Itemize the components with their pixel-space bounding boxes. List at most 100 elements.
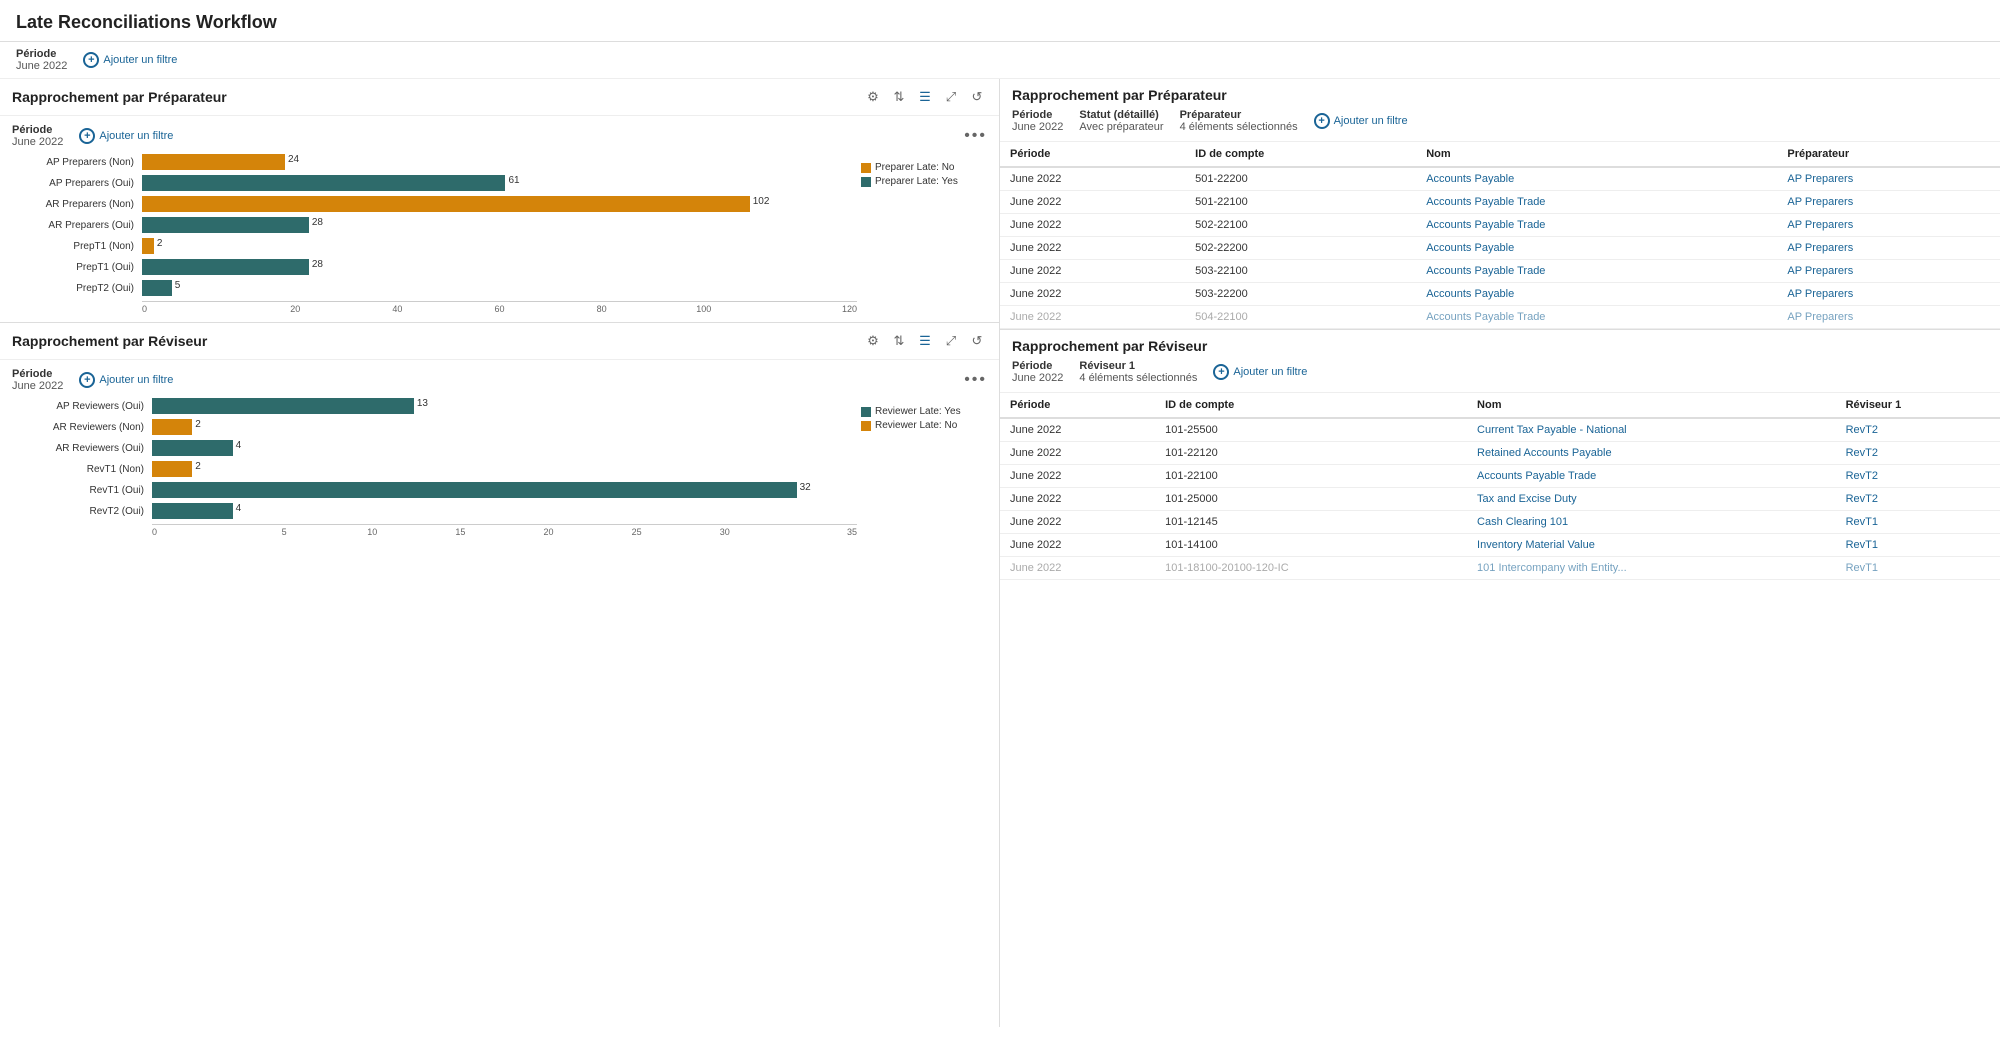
bar-row-revt2-oui: RevT2 (Oui) 4 — [12, 503, 857, 519]
bar-row-ap-prep-oui: AP Preparers (Oui) 61 — [12, 175, 857, 191]
cell-nom[interactable]: Inventory Material Value — [1467, 534, 1836, 557]
cell-reviseur[interactable]: RevT2 — [1836, 442, 2000, 465]
table-row: June 2022 501-22200 Accounts Payable AP … — [1000, 167, 2000, 191]
cell-id: 101-18100-20100-120-IC — [1155, 557, 1467, 580]
prep-table-filter-prep-value: 4 éléments sélectionnés — [1180, 121, 1298, 133]
cell-preparateur[interactable]: AP Preparers — [1777, 283, 2000, 306]
main-layout: Rapprochement par Préparateur ⚙ ⇅ ☰ ⤢ ↺ … — [0, 79, 2000, 1027]
cell-nom[interactable]: Accounts Payable — [1416, 283, 1777, 306]
cell-nom[interactable]: Accounts Payable Trade — [1467, 465, 1836, 488]
prep-table-title: Rapprochement par Préparateur — [1012, 87, 1988, 103]
rev-chart-legend: Reviewer Late: Yes Reviewer Late: No — [857, 398, 987, 439]
rev-bar-chart: AP Reviewers (Oui) 13 AR Reviewers (Non) — [12, 398, 987, 537]
rev-table-filter-period-label: Période — [1012, 360, 1063, 372]
cell-nom[interactable]: Accounts Payable Trade — [1416, 260, 1777, 283]
cell-id: 101-25000 — [1155, 488, 1467, 511]
rev-table-add-filter[interactable]: + Ajouter un filtre — [1213, 364, 1307, 380]
settings-icon[interactable]: ⚙ — [863, 87, 883, 107]
table-row: June 2022 101-18100-20100-120-IC 101 Int… — [1000, 557, 2000, 580]
plus-circle-icon-prep: + — [79, 128, 95, 144]
global-add-filter-button[interactable]: + Ajouter un filtre — [75, 48, 185, 72]
cell-preparateur[interactable]: AP Preparers — [1777, 237, 2000, 260]
table-row: June 2022 101-22120 Retained Accounts Pa… — [1000, 442, 2000, 465]
bar-row-ar-rev-oui: AR Reviewers (Oui) 4 — [12, 440, 857, 456]
bar-row-ar-rev-non: AR Reviewers (Non) 2 — [12, 419, 857, 435]
cell-nom[interactable]: Current Tax Payable - National — [1467, 418, 1836, 442]
rev-table-filter-period-value: June 2022 — [1012, 372, 1063, 384]
expand-icon-rev[interactable]: ⤢ — [941, 331, 961, 351]
prep-table-add-filter[interactable]: + Ajouter un filtre — [1314, 113, 1408, 129]
cell-period: June 2022 — [1000, 418, 1155, 442]
prep-bar-chart: AP Preparers (Non) 24 AP Preparers (Oui) — [12, 154, 987, 314]
cell-id: 501-22200 — [1185, 167, 1416, 191]
cell-period: June 2022 — [1000, 557, 1155, 580]
list-icon[interactable]: ☰ — [915, 87, 935, 107]
cell-reviseur[interactable]: RevT2 — [1836, 488, 2000, 511]
prep-chart-dots-menu[interactable]: ••• — [964, 127, 987, 145]
bar-row-prept1-non: PrepT1 (Non) 2 — [12, 238, 857, 254]
sort-icon-rev[interactable]: ⇅ — [889, 331, 909, 351]
cell-nom[interactable]: Accounts Payable — [1416, 237, 1777, 260]
prep-chart-add-filter[interactable]: + Ajouter un filtre — [79, 128, 173, 144]
table-row: June 2022 504-22100 Accounts Payable Tra… — [1000, 306, 2000, 329]
cell-reviseur[interactable]: RevT1 — [1836, 557, 2000, 580]
refresh-icon-rev[interactable]: ↺ — [967, 331, 987, 351]
cell-reviseur[interactable]: RevT2 — [1836, 418, 2000, 442]
rev-chart-add-filter[interactable]: + Ajouter un filtre — [79, 372, 173, 388]
bar-row-ar-prep-non: AR Preparers (Non) 102 — [12, 196, 857, 212]
rev-chart-dots-menu[interactable]: ••• — [964, 371, 987, 389]
cell-id: 101-12145 — [1155, 511, 1467, 534]
cell-nom[interactable]: Accounts Payable Trade — [1416, 214, 1777, 237]
cell-period: June 2022 — [1000, 465, 1155, 488]
rev-chart-period-label: Période — [12, 368, 63, 380]
expand-icon[interactable]: ⤢ — [941, 87, 961, 107]
cell-nom[interactable]: Cash Clearing 101 — [1467, 511, 1836, 534]
cell-preparateur[interactable]: AP Preparers — [1777, 214, 2000, 237]
cell-preparateur[interactable]: AP Preparers — [1777, 167, 2000, 191]
cell-nom[interactable]: Accounts Payable Trade — [1416, 306, 1777, 329]
cell-nom[interactable]: Accounts Payable — [1416, 167, 1777, 191]
prep-col-period: Période — [1000, 142, 1185, 167]
prep-col-nom: Nom — [1416, 142, 1777, 167]
table-row: June 2022 101-22100 Accounts Payable Tra… — [1000, 465, 2000, 488]
cell-reviseur[interactable]: RevT1 — [1836, 511, 2000, 534]
preparateur-data-table: Période ID de compte Nom Préparateur Jun… — [1000, 142, 2000, 329]
plus-circle-icon-prep-table: + — [1314, 113, 1330, 129]
cell-id: 503-22200 — [1185, 283, 1416, 306]
cell-id: 101-25500 — [1155, 418, 1467, 442]
cell-id: 502-22200 — [1185, 237, 1416, 260]
cell-nom[interactable]: Accounts Payable Trade — [1416, 191, 1777, 214]
cell-reviseur[interactable]: RevT1 — [1836, 534, 2000, 557]
list-icon-rev[interactable]: ☰ — [915, 331, 935, 351]
cell-id: 502-22100 — [1185, 214, 1416, 237]
cell-nom[interactable]: Retained Accounts Payable — [1467, 442, 1836, 465]
cell-period: June 2022 — [1000, 260, 1185, 283]
reviseur-chart-toolbar: ⚙ ⇅ ☰ ⤢ ↺ — [863, 331, 987, 351]
cell-id: 503-22100 — [1185, 260, 1416, 283]
plus-circle-icon: + — [83, 52, 99, 68]
cell-period: June 2022 — [1000, 283, 1185, 306]
cell-period: June 2022 — [1000, 167, 1185, 191]
rev-table-filter-rev-label: Réviseur 1 — [1079, 360, 1197, 372]
refresh-icon[interactable]: ↺ — [967, 87, 987, 107]
table-row: June 2022 502-22100 Accounts Payable Tra… — [1000, 214, 2000, 237]
cell-period: June 2022 — [1000, 442, 1155, 465]
cell-period: June 2022 — [1000, 214, 1185, 237]
cell-preparateur[interactable]: AP Preparers — [1777, 260, 2000, 283]
global-filter-bar: Période June 2022 + Ajouter un filtre — [0, 42, 2000, 79]
table-row: June 2022 101-25000 Tax and Excise Duty … — [1000, 488, 2000, 511]
cell-preparateur[interactable]: AP Preparers — [1777, 306, 2000, 329]
reviseur-table-section: Rapprochement par Réviseur Période June … — [1000, 330, 2000, 580]
sort-icon[interactable]: ⇅ — [889, 87, 909, 107]
cell-period: June 2022 — [1000, 511, 1155, 534]
cell-nom[interactable]: Tax and Excise Duty — [1467, 488, 1836, 511]
cell-period: June 2022 — [1000, 237, 1185, 260]
cell-preparateur[interactable]: AP Preparers — [1777, 191, 2000, 214]
prep-col-preparateur: Préparateur — [1777, 142, 2000, 167]
rev-chart-period-value: June 2022 — [12, 380, 63, 392]
table-row: June 2022 502-22200 Accounts Payable AP … — [1000, 237, 2000, 260]
cell-reviseur[interactable]: RevT2 — [1836, 465, 2000, 488]
table-row: June 2022 503-22100 Accounts Payable Tra… — [1000, 260, 2000, 283]
settings-icon-rev[interactable]: ⚙ — [863, 331, 883, 351]
cell-nom[interactable]: 101 Intercompany with Entity... — [1467, 557, 1836, 580]
